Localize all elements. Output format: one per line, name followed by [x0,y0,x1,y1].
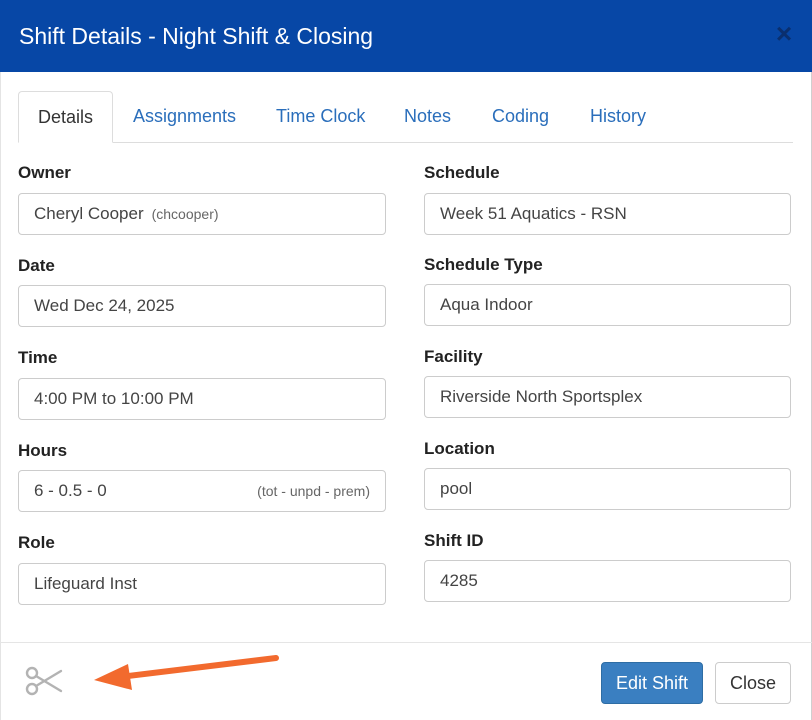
annotation-arrow [94,655,279,690]
tab-coding[interactable]: Coding [492,91,549,143]
schedule-type-field[interactable]: Aqua Indoor [424,284,791,326]
facility-field[interactable]: Riverside North Sportsplex [424,376,791,418]
schedule-field[interactable]: Week 51 Aquatics - RSN [424,193,791,235]
facility-value: Riverside North Sportsplex [440,387,643,406]
role-value: Lifeguard Inst [34,574,138,593]
shift-id-label: Shift ID [424,531,484,550]
dialog-header: Shift Details - Night Shift & Closing × [0,0,812,72]
tab-assignments[interactable]: Assignments [133,91,236,143]
location-value: pool [440,479,473,498]
hours-value: 6 - 0.5 - 0 [34,481,107,500]
shift-id-value: 4285 [440,571,478,590]
time-field[interactable]: 4:00 PM to 10:00 PM [18,378,386,420]
role-label: Role [18,533,55,552]
tab-bar: Details Assignments Time Clock Notes Cod… [18,91,793,143]
schedule-type-value: Aqua Indoor [440,295,533,314]
role-field[interactable]: Lifeguard Inst [18,563,386,605]
owner-label: Owner [18,163,71,182]
tab-details[interactable]: Details [18,91,114,143]
time-value: 4:00 PM to 10:00 PM [34,389,194,408]
hours-hint: (tot - unpd - prem) [257,483,370,499]
tab-notes[interactable]: Notes [404,91,451,143]
close-icon[interactable]: × [770,18,798,50]
hours-field[interactable]: 6 - 0.5 - 0 (tot - unpd - prem) [18,470,386,512]
footer-divider [0,642,812,643]
schedule-type-label: Schedule Type [424,255,543,274]
owner-username: (chcooper) [151,206,219,222]
owner-field[interactable]: Cheryl Cooper (chcooper) [18,193,386,235]
schedule-label: Schedule [424,163,500,182]
date-field[interactable]: Wed Dec 24, 2025 [18,285,386,327]
scissors-icon[interactable] [24,664,64,698]
date-label: Date [18,256,55,275]
shift-details-dialog: Shift Details - Night Shift & Closing × … [0,0,812,720]
time-label: Time [18,348,58,367]
tab-time-clock[interactable]: Time Clock [276,91,365,143]
hours-label: Hours [18,441,68,460]
dialog-border-left [0,72,1,720]
owner-value: Cheryl Cooper [34,204,144,223]
schedule-value: Week 51 Aquatics - RSN [440,204,627,223]
tab-history[interactable]: History [590,91,646,143]
facility-label: Facility [424,347,483,366]
dialog-title: Shift Details - Night Shift & Closing [19,23,374,49]
close-button[interactable]: Close [715,662,791,704]
shift-id-field[interactable]: 4285 [424,560,791,602]
edit-shift-button[interactable]: Edit Shift [601,662,703,704]
date-value: Wed Dec 24, 2025 [34,296,175,315]
location-field[interactable]: pool [424,468,791,510]
location-label: Location [424,439,495,458]
